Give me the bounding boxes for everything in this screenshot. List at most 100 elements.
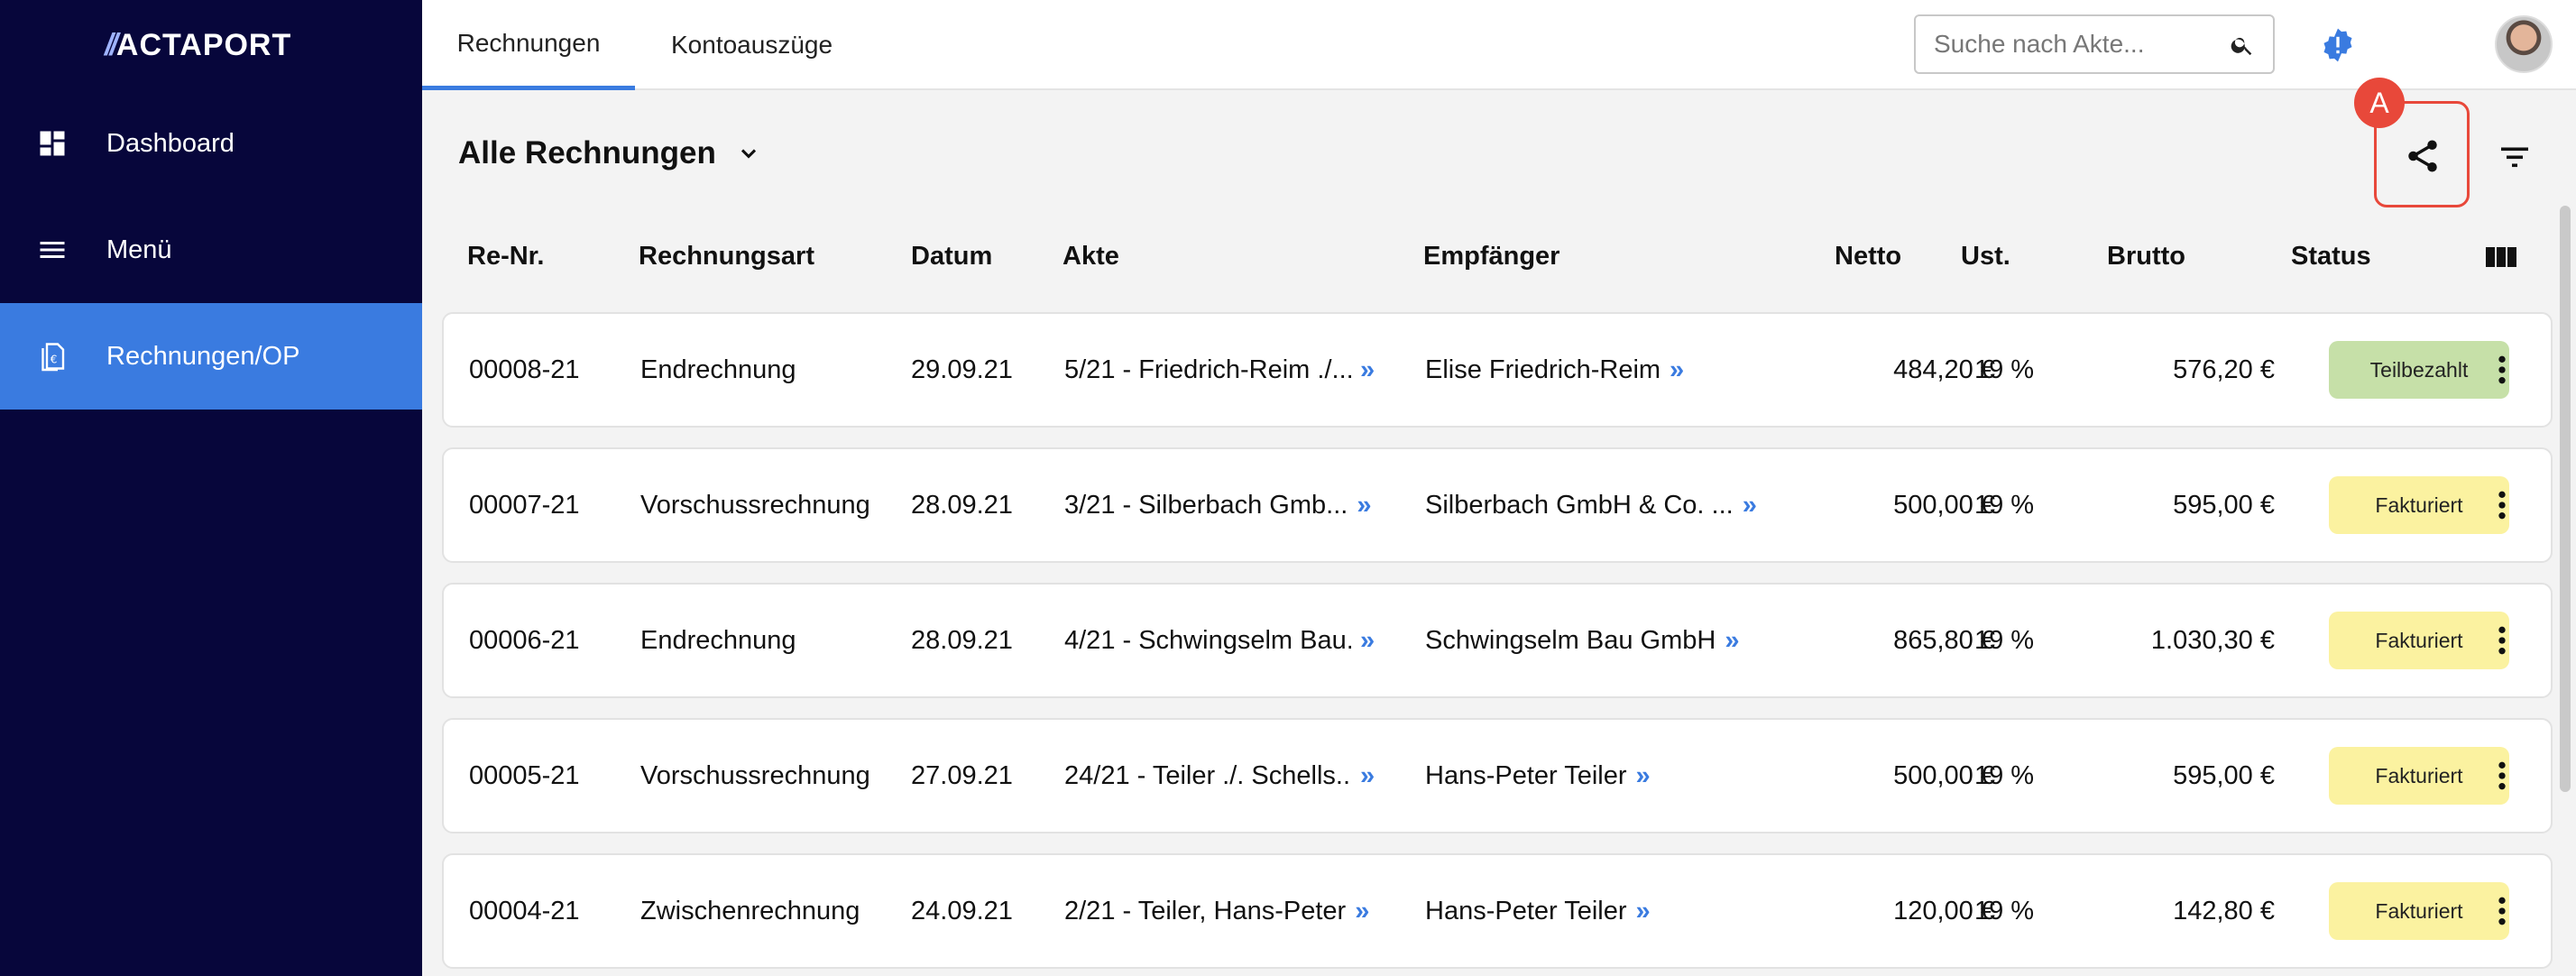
actaport-logo[interactable]: // ACTAPORT [105, 23, 291, 67]
chevron-down-icon [741, 149, 756, 159]
table-row[interactable]: 00008-21 Endrechnung 29.09.21 5/21 - Friedr… [442, 312, 2553, 428]
empfaenger-link[interactable]: » [1636, 761, 1651, 791]
cell-re-nr: 00004-21 [469, 896, 580, 925]
cell-rechnungsart: Endrechnung [640, 625, 796, 655]
invoice-icon: € [41, 343, 65, 372]
empfaenger-link[interactable]: » [1636, 897, 1651, 926]
cell-ust: 19 % [1973, 490, 2035, 520]
table-row[interactable]: 00006-21 Endrechnung 28.09.21 4/21 - Schwin… [442, 583, 2553, 698]
cell-brutto: 576,20 € [2173, 354, 2275, 384]
table-row[interactable]: 00004-21 Zwischenrechnung 24.09.21 2/21 - T… [442, 853, 2553, 969]
column-header-brutto[interactable]: Brutto [2107, 242, 2185, 272]
cell-re-nr: 00006-21 [469, 625, 580, 655]
view-selector[interactable]: Alle Rechnungen [458, 135, 761, 171]
table-row[interactable]: 00005-21 Vorschussrechnung 27.09.21 24/21 -… [442, 718, 2553, 833]
cell-akte: 24/21 - Teiler ./. Schells... » [1064, 720, 1385, 832]
empfaenger-text: Hans-Peter Teiler [1425, 760, 1627, 790]
cell-ust: 19 % [1973, 896, 2035, 925]
scrollbar[interactable] [2560, 206, 2571, 792]
cell-akte: 3/21 - Silberbach Gmb... » [1064, 449, 1385, 561]
empfaenger-link[interactable]: » [1743, 491, 1757, 520]
more-vertical-icon[interactable] [2484, 758, 2520, 794]
cell-datum: 24.09.21 [911, 896, 1013, 925]
menu-icon [40, 242, 65, 258]
cell-empfaenger: Elise Friedrich-Reim » [1425, 314, 1684, 426]
status-badge: Fakturiert [2329, 476, 2509, 534]
cell-re-nr: 00007-21 [469, 490, 580, 520]
page-title: Alle Rechnungen [458, 135, 716, 170]
cell-empfaenger: Hans-Peter Teiler » [1425, 720, 1651, 832]
sidebar-item-rechnungen[interactable]: € Rechnungen/OP [0, 303, 422, 410]
status-badge: Teilbezahlt [2329, 341, 2509, 399]
more-vertical-icon[interactable] [2484, 893, 2520, 929]
column-header-datum[interactable]: Datum [911, 242, 992, 272]
cell-brutto: 1.030,30 € [2150, 625, 2275, 655]
column-header-ust[interactable]: Ust. [1961, 242, 2010, 272]
cell-brutto: 595,00 € [2173, 760, 2275, 790]
cell-datum: 28.09.21 [911, 625, 1013, 655]
tab-rechnungen[interactable]: Rechnungen [422, 0, 635, 90]
cell-ust: 19 % [1973, 625, 2035, 655]
status-badge: Fakturiert [2329, 882, 2509, 940]
cell-rechnungsart: Endrechnung [640, 354, 796, 384]
cell-re-nr: 00008-21 [469, 354, 580, 384]
sidebar-item-menu[interactable]: Menü [0, 197, 422, 303]
sidebar: // ACTAPORT Dashboard Menü € Rechnungen/… [0, 0, 422, 976]
column-header-netto[interactable]: Netto [1835, 242, 1901, 272]
empfaenger-text: Elise Friedrich-Reim [1425, 354, 1661, 384]
cell-datum: 27.09.21 [911, 760, 1013, 790]
annotation-marker: A [2354, 78, 2405, 128]
akte-text: 4/21 - Schwingselm Bau... [1064, 625, 1351, 655]
sidebar-item-dashboard[interactable]: Dashboard [0, 90, 422, 197]
akte-text: 3/21 - Silberbach Gmb... [1064, 490, 1348, 520]
sidebar-item-label: Menü [106, 235, 172, 264]
more-vertical-icon[interactable] [2484, 622, 2520, 658]
tab-kontoauszuege[interactable]: Kontoauszüge [671, 0, 833, 90]
cell-akte: 4/21 - Schwingselm Bau... » [1064, 585, 1385, 696]
column-header-re-nr[interactable]: Re-Nr. [467, 242, 544, 272]
cell-re-nr: 00005-21 [469, 760, 580, 790]
cell-ust: 19 % [1973, 760, 2035, 790]
akte-text: 24/21 - Teiler ./. Schells... [1064, 760, 1351, 790]
sidebar-item-label: Dashboard [106, 128, 235, 158]
akte-text: 2/21 - Teiler, Hans-Peter [1064, 896, 1347, 925]
notification-badge-icon[interactable] [2320, 27, 2356, 63]
akte-link[interactable]: » [1355, 897, 1369, 926]
empfaenger-link[interactable]: » [1725, 626, 1739, 656]
column-header-status[interactable]: Status [2291, 242, 2371, 272]
cell-empfaenger: Schwingselm Bau GmbH » [1425, 585, 1739, 696]
cell-rechnungsart: Vorschussrechnung [640, 760, 870, 790]
column-header-empfaenger[interactable]: Empfänger [1423, 242, 1559, 272]
akte-link[interactable]: » [1360, 626, 1375, 656]
empfaenger-link[interactable]: » [1670, 355, 1684, 385]
user-avatar[interactable] [2495, 15, 2553, 73]
cell-empfaenger: Silberbach GmbH & Co. ... » [1425, 449, 1757, 561]
search-icon[interactable] [2230, 32, 2255, 58]
akte-link[interactable]: » [1360, 761, 1375, 791]
filter-icon[interactable] [2498, 143, 2531, 171]
more-vertical-icon[interactable] [2484, 352, 2520, 388]
cell-akte: 2/21 - Teiler, Hans-Peter » [1064, 855, 1385, 967]
columns-icon[interactable] [2486, 245, 2516, 269]
cell-rechnungsart: Zwischenrechnung [640, 896, 860, 925]
empfaenger-text: Schwingselm Bau GmbH [1425, 625, 1716, 655]
cell-brutto: 142,80 € [2173, 896, 2275, 925]
table-row[interactable]: 00007-21 Vorschussrechnung 28.09.21 3/21 - … [442, 447, 2553, 563]
column-header-akte[interactable]: Akte [1063, 242, 1119, 272]
search-box [1914, 14, 2275, 74]
empfaenger-text: Hans-Peter Teiler [1425, 896, 1627, 925]
empfaenger-text: Silberbach GmbH & Co. ... [1425, 490, 1734, 520]
more-vertical-icon[interactable] [2484, 487, 2520, 523]
svg-text:€: € [51, 354, 58, 366]
akte-text: 5/21 - Friedrich-Reim ./.... [1064, 354, 1351, 384]
share-icon[interactable] [2404, 137, 2442, 175]
dashboard-icon [40, 131, 65, 156]
cell-ust: 19 % [1973, 354, 2035, 384]
akte-link[interactable]: » [1360, 355, 1375, 385]
akte-link[interactable]: » [1357, 491, 1371, 520]
search-input[interactable] [1934, 30, 2222, 59]
column-header-rechnungsart[interactable]: Rechnungsart [639, 242, 814, 272]
cell-datum: 28.09.21 [911, 490, 1013, 520]
cell-brutto: 595,00 € [2173, 490, 2275, 520]
cell-datum: 29.09.21 [911, 354, 1013, 384]
